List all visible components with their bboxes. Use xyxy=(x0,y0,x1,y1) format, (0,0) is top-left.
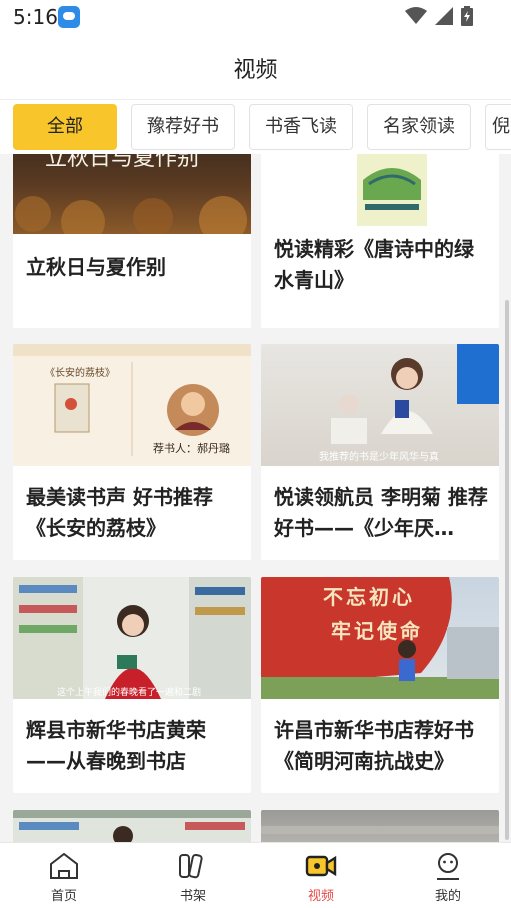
video-card[interactable]: 《长安的荔枝》 荐书人：郝丹璐 最美读书声 好书推荐《长安的荔枝》 xyxy=(13,344,251,560)
video-title: 立秋日与夏作别 xyxy=(26,255,166,279)
video-card[interactable]: 这个上午我们的春晚看了一遍和二剧 辉县市新华书店黄荣——从春晚到书店 xyxy=(13,577,251,793)
profile-icon xyxy=(437,853,459,880)
scrollbar[interactable] xyxy=(505,300,509,840)
tab-book-fragrance[interactable]: 书香飞读 xyxy=(249,104,353,150)
tab-famous-reading[interactable]: 名家领读 xyxy=(367,104,471,150)
book-cover-art xyxy=(357,154,427,226)
video-feed[interactable]: 立秋日与夏作别 立秋日与夏作别 悦读精彩《唐诗中的绿水青山》 《长安的荔枝》 荐… xyxy=(0,154,511,842)
signal-icon xyxy=(435,7,453,25)
battery-icon xyxy=(461,6,473,26)
nav-label: 书架 xyxy=(179,889,206,904)
nav-home[interactable]: 首页 xyxy=(14,843,114,908)
bottom-navigation: 首页 书架 视频 我的 xyxy=(0,842,511,908)
home-icon xyxy=(50,852,78,879)
video-card[interactable]: 悦读精彩《唐诗中的绿水青山》 xyxy=(261,154,499,328)
status-icons xyxy=(405,6,473,26)
wifi-icon xyxy=(405,7,427,24)
video-icon xyxy=(305,855,337,877)
video-title: 悦读精彩《唐诗中的绿水青山》 xyxy=(274,237,474,292)
video-title: 许昌市新华书店荐好书《简明河南抗战史》 xyxy=(274,718,474,773)
status-time: 5:16 xyxy=(13,5,58,29)
page-title: 视频 xyxy=(233,58,278,83)
video-title: 辉县市新华书店黄荣——从春晚到书店 xyxy=(26,718,206,773)
video-card[interactable] xyxy=(13,810,251,842)
video-thumbnail: 我推荐的书是少年风华与真 xyxy=(261,344,499,466)
thumbnail-text: 立秋日与夏作别 xyxy=(45,154,200,171)
status-bar: 5:16 xyxy=(0,0,511,34)
video-caption: 这个上午我们的春晚看了一遍和二剧 xyxy=(57,688,202,698)
tab-all[interactable]: 全部 xyxy=(13,104,117,150)
video-thumbnail: 立秋日与夏作别 xyxy=(13,154,251,234)
thumbnail-art xyxy=(13,577,251,699)
video-caption: 我推荐的书是少年风华与真 xyxy=(319,452,439,463)
thumbnail-art xyxy=(261,826,499,834)
video-title: 最美读书声 好书推荐《长安的荔枝》 xyxy=(26,485,213,540)
bookshelf-icon xyxy=(179,853,203,879)
video-card[interactable]: 我推荐的书是少年风华与真 悦读领航员 李明菊 推荐好书——《少年厌… xyxy=(261,344,499,560)
nav-label: 首页 xyxy=(50,889,77,904)
tab-more[interactable]: 倪 xyxy=(485,104,511,150)
video-card[interactable] xyxy=(261,810,499,842)
video-thumbnail xyxy=(13,810,251,842)
book-title-label: 《长安的荔枝》 xyxy=(45,368,115,379)
thumbnail-art xyxy=(13,810,251,842)
category-tabs: 全部 豫荐好书 书香飞读 名家领读 倪 xyxy=(0,100,511,154)
app-icon xyxy=(58,6,80,28)
video-card[interactable]: 不忘初心 牢记使命 许昌市新华书店荐好书《简明河南抗战史》 xyxy=(261,577,499,793)
nav-label: 我的 xyxy=(434,889,461,904)
video-thumbnail xyxy=(261,154,499,234)
video-thumbnail: 不忘初心 牢记使命 xyxy=(261,577,499,699)
recommender-label: 荐书人：郝丹璐 xyxy=(153,442,230,455)
slogan-line2: 牢记使命 xyxy=(331,619,423,643)
nav-label: 视频 xyxy=(307,889,334,904)
page-header: 视频 xyxy=(0,34,511,100)
video-title: 悦读领航员 李明菊 推荐好书——《少年厌… xyxy=(274,485,488,540)
video-thumbnail xyxy=(261,810,499,842)
slogan-line1: 不忘初心 xyxy=(323,585,415,609)
nav-video[interactable]: 视频 xyxy=(271,843,371,908)
nav-bookshelf[interactable]: 书架 xyxy=(143,843,243,908)
nav-profile[interactable]: 我的 xyxy=(398,843,498,908)
video-card[interactable]: 立秋日与夏作别 立秋日与夏作别 xyxy=(13,154,251,328)
tab-henan-recommended[interactable]: 豫荐好书 xyxy=(131,104,235,150)
video-thumbnail: 《长安的荔枝》 荐书人：郝丹璐 xyxy=(13,344,251,466)
video-thumbnail: 这个上午我们的春晚看了一遍和二剧 xyxy=(13,577,251,699)
